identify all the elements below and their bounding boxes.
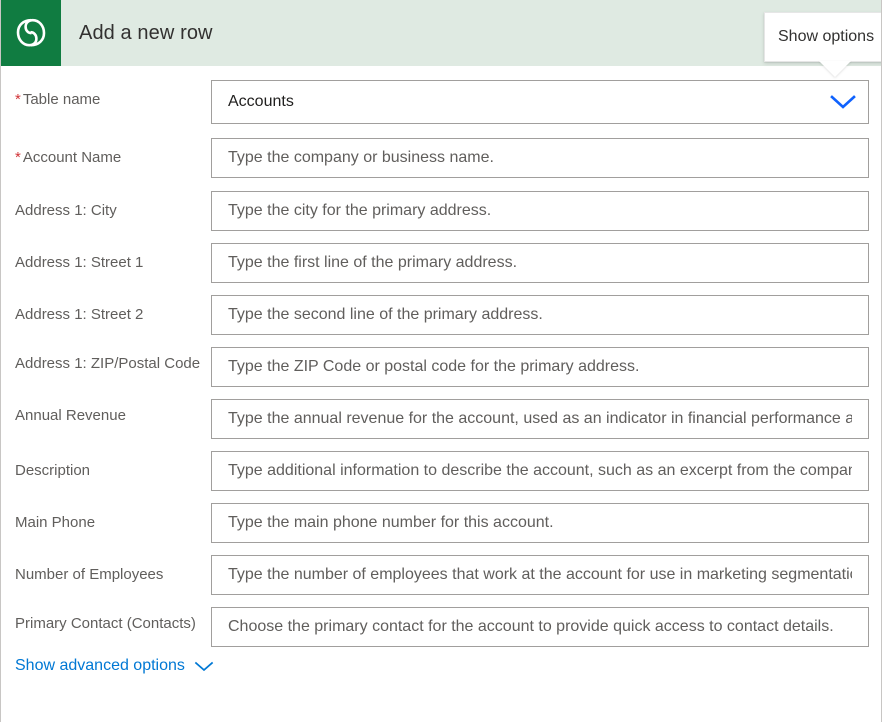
form-row-annual-revenue: Annual Revenue Type the annual revenue f… (1, 399, 881, 439)
field-wrap-address-1-street-1: Type the first line of the primary addre… (211, 243, 869, 283)
field-label-annual-revenue: Annual Revenue (15, 399, 211, 426)
form-row-number-of-employees: Number of Employees Type the number of e… (1, 555, 881, 595)
form-row-main-phone: Main Phone Type the main phone number fo… (1, 503, 881, 543)
chevron-down-icon[interactable] (830, 94, 856, 110)
field-wrap-address-1-city: Type the city for the primary address. (211, 191, 869, 231)
add-new-row-action-card: Add a new row Show options *Table name A… (0, 0, 882, 722)
field-label-address-1-street-1: Address 1: Street 1 (15, 243, 211, 273)
main-phone-input[interactable]: Type the main phone number for this acco… (211, 503, 869, 543)
table-name-dropdown[interactable]: Accounts (211, 80, 869, 124)
field-wrap-address-1-street-2: Type the second line of the primary addr… (211, 295, 869, 335)
field-wrap-number-of-employees: Type the number of employees that work a… (211, 555, 869, 595)
field-label-description: Description (15, 451, 211, 481)
tooltip-label: Show options (778, 28, 874, 46)
field-wrap-annual-revenue: Type the annual revenue for the account,… (211, 399, 869, 439)
card-header: Add a new row (1, 0, 881, 66)
field-label-number-of-employees: Number of Employees (15, 555, 211, 585)
address-1-city-input[interactable]: Type the city for the primary address. (211, 191, 869, 231)
field-wrap-main-phone: Type the main phone number for this acco… (211, 503, 869, 543)
dataverse-logo-icon (1, 0, 61, 66)
field-label-primary-contact: Primary Contact (Contacts) (15, 607, 211, 634)
field-label-address-1-city: Address 1: City (15, 191, 211, 221)
field-wrap-account-name: Type the company or business name. (211, 138, 869, 178)
required-asterisk: * (15, 149, 21, 166)
form-row-address-1-street-1: Address 1: Street 1 Type the first line … (1, 243, 881, 283)
required-asterisk: * (15, 91, 21, 108)
form-row-account-name: *Account Name Type the company or busine… (1, 138, 881, 178)
field-label-address-1-street-2: Address 1: Street 2 (15, 295, 211, 325)
form-row-address-1-city: Address 1: City Type the city for the pr… (1, 191, 881, 231)
address-1-street-2-input[interactable]: Type the second line of the primary addr… (211, 295, 869, 335)
tooltip-arrow-icon (819, 61, 851, 77)
page-title: Add a new row (61, 0, 881, 66)
show-advanced-options-link[interactable]: Show advanced options (1, 647, 214, 675)
form-fields: *Table name Accounts *Account Name (1, 80, 881, 675)
address-1-zip-postal-code-input[interactable]: Type the ZIP Code or postal code for the… (211, 347, 869, 387)
field-label-address-1-zip-postal-code: Address 1: ZIP/Postal Code (15, 347, 211, 374)
field-wrap-table-name: Accounts (211, 80, 869, 124)
number-of-employees-input[interactable]: Type the number of employees that work a… (211, 555, 869, 595)
form-row-description: Description Type additional information … (1, 451, 881, 491)
field-wrap-description: Type additional information to describe … (211, 451, 869, 491)
account-name-input[interactable]: Type the company or business name. (211, 138, 869, 178)
show-options-tooltip: Show options (764, 12, 882, 62)
field-label-main-phone: Main Phone (15, 503, 211, 533)
description-input[interactable]: Type additional information to describe … (211, 451, 869, 491)
address-1-street-1-input[interactable]: Type the first line of the primary addre… (211, 243, 869, 283)
form-row-primary-contact: Primary Contact (Contacts) Choose the pr… (1, 607, 881, 647)
field-label-account-name: *Account Name (15, 138, 211, 168)
field-wrap-primary-contact: Choose the primary contact for the accou… (211, 607, 869, 647)
form-row-table-name: *Table name Accounts (1, 80, 881, 124)
primary-contact-input[interactable]: Choose the primary contact for the accou… (211, 607, 869, 647)
show-advanced-options-label: Show advanced options (15, 657, 185, 675)
field-wrap-address-1-zip-postal-code: Type the ZIP Code or postal code for the… (211, 347, 869, 387)
chevron-down-icon[interactable] (194, 660, 214, 673)
form-row-address-1-zip-postal-code: Address 1: ZIP/Postal Code Type the ZIP … (1, 347, 881, 387)
annual-revenue-input[interactable]: Type the annual revenue for the account,… (211, 399, 869, 439)
form-row-address-1-street-2: Address 1: Street 2 Type the second line… (1, 295, 881, 335)
field-label-table-name: *Table name (15, 80, 211, 110)
